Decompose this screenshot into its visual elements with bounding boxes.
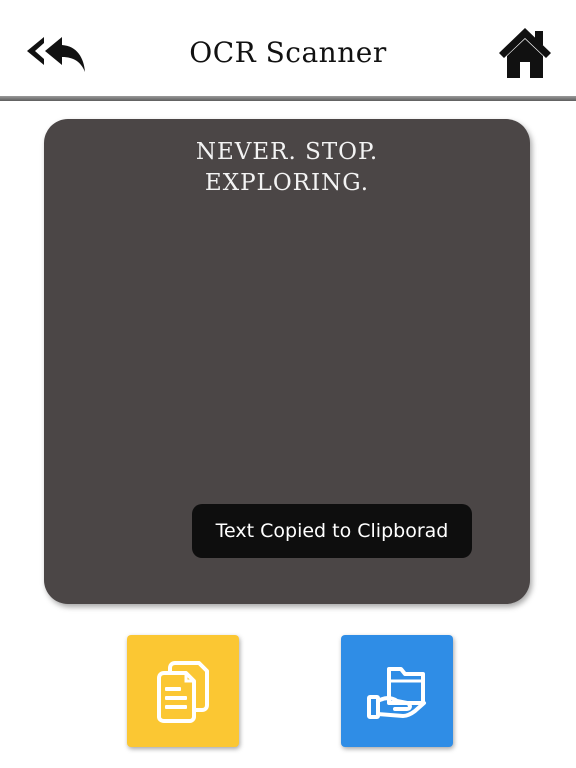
share-button[interactable] [341,635,453,747]
home-button[interactable] [497,26,553,80]
page-title: OCR Scanner [189,36,387,69]
copy-text-button[interactable] [127,635,239,747]
header-divider [0,96,576,101]
home-icon [499,28,551,78]
copied-toast: Text Copied to Clipborad [192,504,472,558]
app-header: OCR Scanner [0,0,576,101]
scanned-text[interactable]: NEVER. STOP. EXPLORING. [44,137,530,199]
scan-result-panel[interactable]: NEVER. STOP. EXPLORING. Text Copied to C… [44,119,530,604]
folder-in-hand-icon [367,667,426,719]
copy-document-icon [157,661,209,723]
